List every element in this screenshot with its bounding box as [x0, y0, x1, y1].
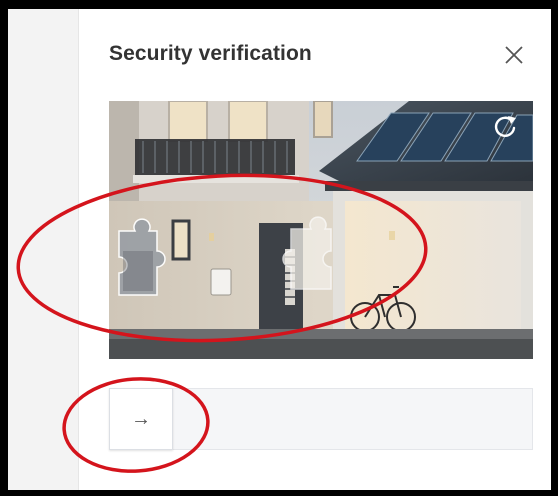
refresh-icon	[494, 116, 516, 137]
arrow-right-icon: →	[131, 408, 151, 430]
captcha-puzzle-image	[109, 101, 533, 359]
close-icon	[505, 46, 523, 64]
close-button[interactable]	[502, 43, 526, 67]
slider-handle[interactable]: →	[109, 388, 173, 450]
refresh-button[interactable]	[489, 110, 521, 142]
page-backdrop	[8, 9, 78, 490]
security-verification-dialog: Security verification →	[78, 9, 551, 490]
dialog-title: Security verification	[109, 42, 312, 65]
